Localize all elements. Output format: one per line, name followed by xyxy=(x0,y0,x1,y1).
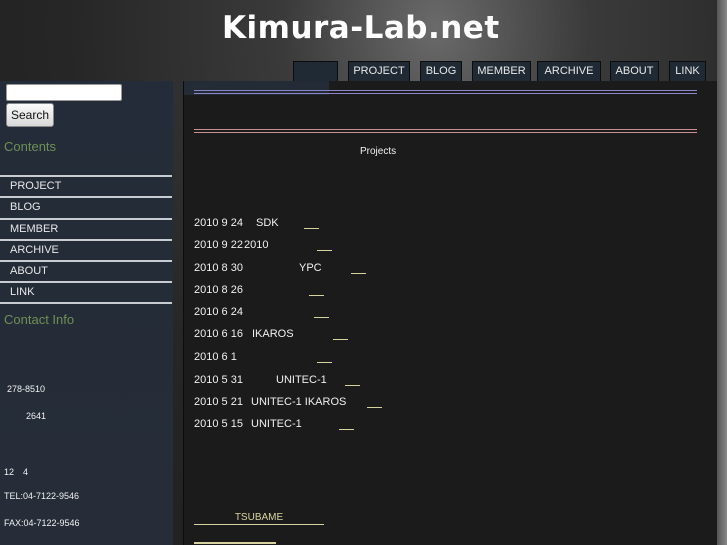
nav-tab-archive[interactable]: ARCHIVE xyxy=(537,61,601,81)
rule-red xyxy=(194,129,697,133)
news-title: YPC xyxy=(299,262,322,274)
contents-heading: Contents xyxy=(4,139,57,154)
contact-heading: Contact Info xyxy=(4,312,75,327)
main-content: Projects 2010 9 24 SDK 2010 9 22 2010 2010… xyxy=(183,81,717,545)
contact-floor: 12 4 xyxy=(4,467,29,477)
news-link[interactable] xyxy=(314,306,329,318)
news-row: 2010 9 24 SDK xyxy=(194,217,694,231)
news-row: 2010 8 26 xyxy=(194,284,694,298)
news-date: 2010 6 24 xyxy=(194,306,243,318)
news-title: 2010 xyxy=(244,239,269,251)
footer-link-underline[interactable] xyxy=(194,542,276,544)
news-date: 2010 6 1 xyxy=(194,351,237,363)
news-link[interactable] xyxy=(304,217,319,229)
tsubame-link[interactable]: TSUBAME xyxy=(194,512,324,525)
news-row: 2010 6 1 xyxy=(194,351,694,365)
contact-tel: TEL:04-7122-9546 xyxy=(4,491,80,501)
news-date: 2010 9 24 xyxy=(194,217,243,229)
search-button[interactable]: Search xyxy=(6,103,54,127)
rule-blue xyxy=(194,90,697,94)
sidebar-item-blog[interactable]: BLOG xyxy=(0,196,172,217)
nav-tab-blog[interactable]: BLOG xyxy=(420,61,462,81)
sidebar-divider xyxy=(0,302,172,304)
news-date: 2010 8 30 xyxy=(194,262,243,274)
news-link[interactable] xyxy=(317,239,332,251)
news-date: 2010 6 16 xyxy=(194,328,243,340)
contact-postal: 278-8510 xyxy=(7,384,46,394)
news-date: 2010 5 21 xyxy=(194,396,243,408)
site-title[interactable]: Kimura-Lab.net xyxy=(222,10,500,46)
nav-tab-project[interactable]: PROJECT xyxy=(348,61,410,81)
news-date: 2010 5 15 xyxy=(194,418,243,430)
contact-address: 2641 xyxy=(26,411,47,421)
nav-tab-link[interactable]: LINK xyxy=(669,61,706,81)
contact-fax: FAX:04-7122-9546 xyxy=(4,518,80,528)
news-row: 2010 5 31 UNITEC-1 xyxy=(194,374,694,388)
news-link[interactable] xyxy=(339,418,354,430)
nav-tab-about[interactable]: ABOUT xyxy=(610,61,659,81)
scrollbar[interactable] xyxy=(717,0,727,545)
sidebar-item-member[interactable]: MEMBER xyxy=(0,218,172,239)
section-label: Projects xyxy=(360,146,397,157)
nav-tab-home[interactable] xyxy=(293,61,338,81)
news-link[interactable] xyxy=(345,374,360,386)
nav-tab-member[interactable]: MEMBER xyxy=(472,61,531,81)
news-row: 2010 8 30 YPC xyxy=(194,262,694,276)
news-row: 2010 5 15 UNITEC-1 xyxy=(194,418,694,432)
news-title: UNITEC-1 xyxy=(276,374,327,386)
sidebar-item-archive[interactable]: ARCHIVE xyxy=(0,239,172,260)
news-link[interactable] xyxy=(367,396,382,408)
sidebar-item-project[interactable]: PROJECT xyxy=(0,175,172,196)
sidebar-item-about[interactable]: ABOUT xyxy=(0,260,172,281)
news-date: 2010 9 22 xyxy=(194,239,243,251)
search-input[interactable] xyxy=(6,84,122,101)
news-link[interactable] xyxy=(317,351,332,363)
sidebar-item-link[interactable]: LINK xyxy=(0,281,172,302)
news-title: UNITEC-1 xyxy=(251,418,302,430)
news-row: 2010 6 16 IKAROS xyxy=(194,328,694,342)
news-link[interactable] xyxy=(309,284,324,296)
news-row: 2010 5 21 UNITEC-1 IKAROS xyxy=(194,396,694,410)
news-title: SDK xyxy=(256,217,279,229)
news-title: UNITEC-1 IKAROS xyxy=(251,396,347,408)
news-link[interactable] xyxy=(333,328,348,340)
news-date: 2010 8 26 xyxy=(194,284,243,296)
news-row: 2010 9 22 2010 xyxy=(194,239,694,253)
news-row: 2010 6 24 xyxy=(194,306,694,320)
news-date: 2010 5 31 xyxy=(194,374,243,386)
news-link[interactable] xyxy=(351,262,366,274)
news-title: IKAROS xyxy=(252,328,294,340)
